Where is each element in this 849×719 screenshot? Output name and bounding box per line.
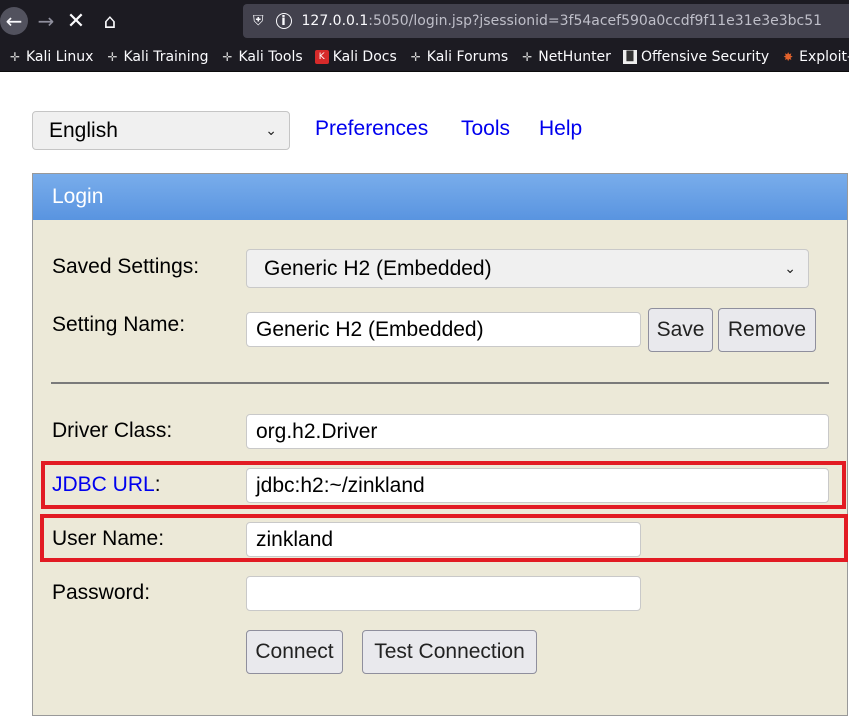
password-label: Password:: [52, 581, 151, 604]
setting-name-input[interactable]: Generic H2 (Embedded): [246, 312, 641, 347]
password-input[interactable]: [246, 576, 641, 611]
kali-dragon-icon: ✛: [107, 49, 118, 64]
jdbc-url-highlight-box: [41, 461, 846, 509]
driver-class-label: Driver Class:: [52, 419, 173, 442]
browser-toolbar: ← → ✕ ⌂ ⛨ i 127.0.0.1:5050/login.jsp?jse…: [0, 0, 849, 42]
language-select[interactable]: English ⌄: [32, 111, 290, 150]
kali-dragon-icon: ✛: [410, 49, 421, 64]
exploit-db-icon: ✸: [783, 49, 794, 64]
bookmark-kali-training[interactable]: ✛ Kali Training: [105, 49, 208, 65]
bookmark-label: Offensive Security: [640, 48, 770, 65]
bookmark-label: Kali Linux: [26, 48, 94, 65]
kali-dragon-icon: ✛: [222, 49, 233, 64]
save-button[interactable]: Save: [648, 308, 713, 352]
shield-icon[interactable]: ⛨: [253, 13, 264, 29]
bookmark-label: Kali Forums: [426, 48, 509, 65]
url-path: :5050/login.jsp?jsessionid=3f54acef590a0…: [368, 13, 823, 29]
bookmark-kali-tools[interactable]: ✛ Kali Tools: [220, 49, 302, 65]
bookmark-nethunter[interactable]: ✛ NetHunter: [520, 49, 611, 65]
home-icon[interactable]: ⌂: [96, 7, 124, 35]
offsec-icon: █: [622, 49, 637, 64]
bookmarks-bar: ✛ Kali Linux ✛ Kali Training ✛ Kali Tools K…: [0, 42, 849, 72]
info-icon[interactable]: i: [275, 13, 292, 29]
remove-button[interactable]: Remove: [718, 308, 816, 352]
connect-button[interactable]: Connect: [246, 630, 343, 674]
user-name-highlight-box: [40, 514, 848, 562]
chevron-down-icon: ⌄: [265, 122, 277, 138]
saved-settings-select[interactable]: Generic H2 (Embedded) ⌄: [246, 249, 809, 288]
bookmark-kali-forums[interactable]: ✛ Kali Forums: [409, 49, 508, 65]
chevron-down-icon: ⌄: [784, 260, 796, 276]
test-connection-button[interactable]: Test Connection: [362, 630, 537, 674]
divider: [51, 382, 829, 384]
login-header: Login: [33, 174, 847, 220]
url-text[interactable]: 127.0.0.1:5050/login.jsp?jsessionid=3f54…: [302, 13, 823, 29]
language-value: English: [49, 118, 118, 142]
bookmark-kali-linux[interactable]: ✛ Kali Linux: [8, 48, 94, 65]
bookmark-label: Exploit-D: [799, 48, 849, 65]
bookmark-label: Kali Training: [123, 48, 209, 65]
bookmark-offensive-security[interactable]: █ Offensive Security: [622, 48, 770, 65]
driver-class-input[interactable]: org.h2.Driver: [246, 414, 829, 449]
kali-dragon-icon: ✛: [9, 49, 21, 64]
bookmark-label: NetHunter: [538, 48, 611, 65]
url-bar[interactable]: ⛨ i 127.0.0.1:5050/login.jsp?jsessionid=…: [243, 4, 849, 38]
bookmark-exploit-db[interactable]: ✸ Exploit-D: [781, 49, 849, 65]
stop-icon[interactable]: ✕: [62, 7, 90, 35]
setting-name-label: Setting Name:: [52, 313, 186, 336]
saved-settings-value: Generic H2 (Embedded): [264, 256, 492, 280]
docs-icon: K: [314, 49, 329, 64]
bookmark-label: Kali Docs: [332, 48, 397, 65]
preferences-link[interactable]: Preferences: [315, 117, 428, 141]
bookmark-kali-docs[interactable]: K Kali Docs: [314, 48, 397, 65]
url-host: 127.0.0.1: [301, 13, 369, 29]
help-link[interactable]: Help: [539, 117, 582, 141]
back-arrow-icon[interactable]: ←: [0, 7, 28, 35]
login-panel: Login Saved Settings: Generic H2 (Embedd…: [32, 173, 848, 716]
bookmark-label: Kali Tools: [238, 48, 303, 65]
kali-dragon-icon: ✛: [522, 49, 533, 64]
forward-arrow-icon[interactable]: →: [32, 7, 60, 35]
saved-settings-label: Saved Settings:: [52, 255, 200, 278]
tools-link[interactable]: Tools: [461, 117, 510, 141]
